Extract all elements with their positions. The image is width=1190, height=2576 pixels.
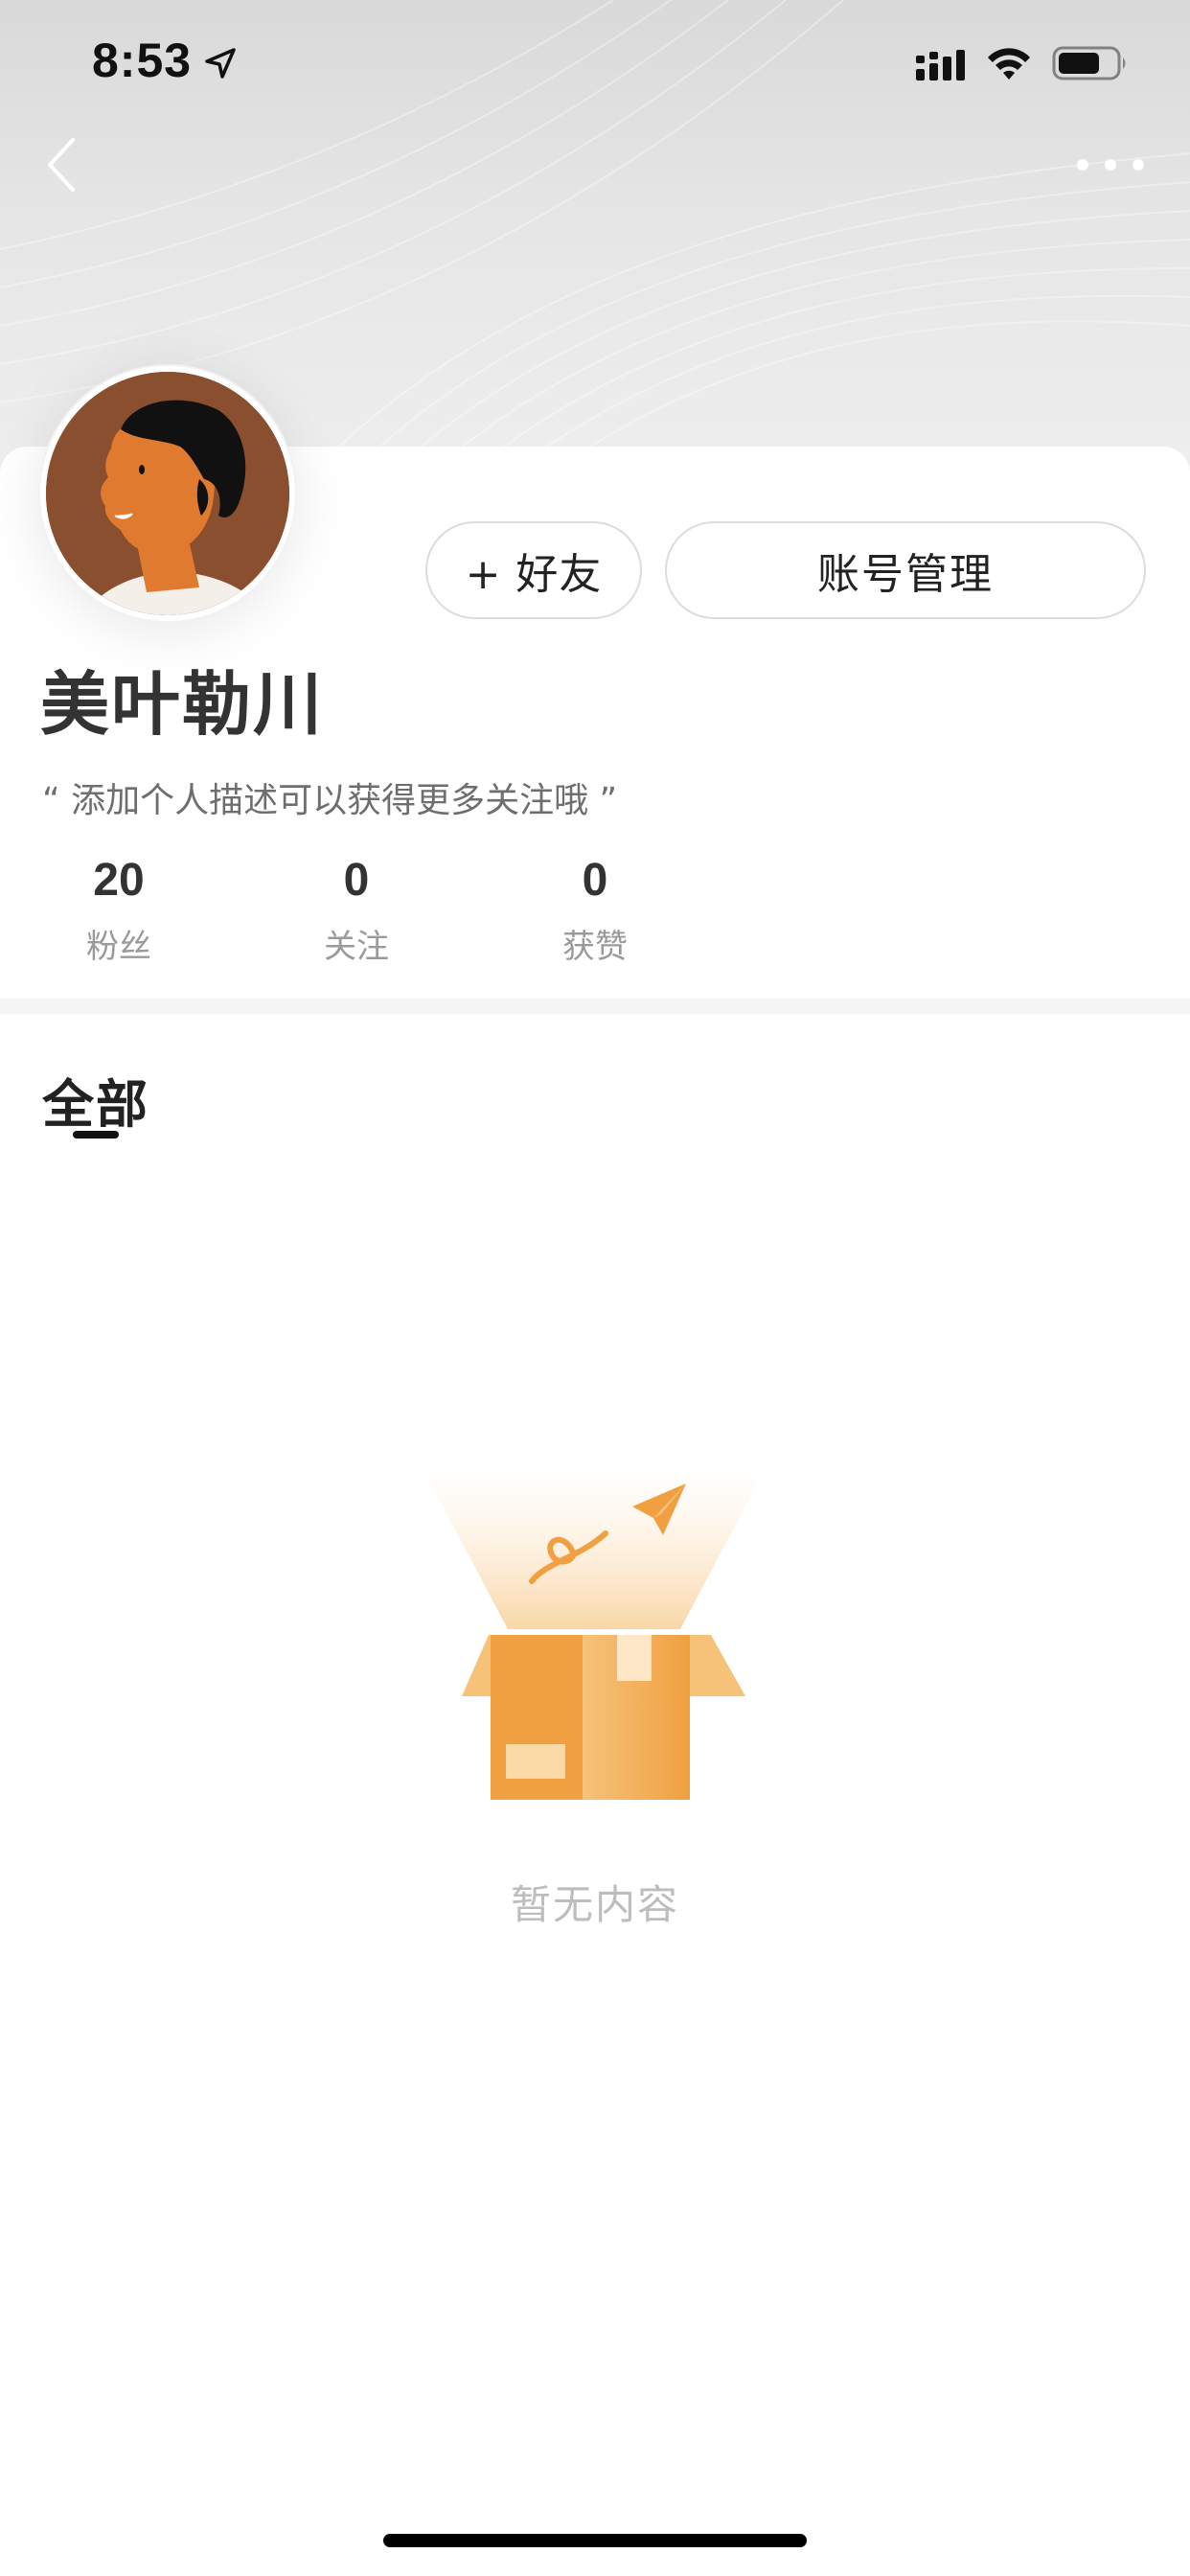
stat-label: 关注 [324, 928, 389, 966]
account-manage-label: 账号管理 [817, 550, 994, 599]
location-arrow-icon [205, 48, 236, 79]
user-name: 美叶勒川 [40, 664, 325, 745]
avatar-image [46, 372, 289, 615]
add-friend-button[interactable]: + 好友 [425, 521, 642, 619]
chevron-left-icon [48, 138, 75, 192]
stat-value: 0 [582, 855, 608, 906]
stat-label: 获赞 [562, 928, 628, 966]
status-time: 8:53 [92, 34, 193, 87]
battery-icon [1052, 46, 1126, 80]
home-indicator [383, 2534, 807, 2547]
stat-likes[interactable]: 0 获赞 [518, 853, 672, 967]
stat-followers[interactable]: 20 粉丝 [42, 853, 195, 967]
account-manage-button[interactable]: 账号管理 [665, 521, 1146, 619]
back-button[interactable] [34, 134, 88, 196]
wifi-icon [988, 48, 1030, 80]
more-dots-icon [1105, 159, 1116, 171]
cellular-signal-icon [916, 50, 965, 80]
section-divider [0, 999, 1190, 1014]
empty-state-text: 暂无内容 [510, 1881, 679, 1928]
tab-all[interactable]: 全部 [42, 1062, 149, 1138]
stat-following[interactable]: 0 关注 [280, 853, 433, 967]
stat-value: 20 [93, 855, 145, 906]
tab-active-indicator [73, 1131, 119, 1138]
stat-label: 粉丝 [86, 928, 151, 966]
more-button[interactable] [1077, 146, 1144, 184]
profile-page: 8:53 + 好友 账号管理 美叶勒川 “ 添加个人描述可以获得更多关注哦 ” … [0, 0, 1190, 2576]
more-dots-icon [1077, 159, 1088, 171]
user-bio[interactable]: “ 添加个人描述可以获得更多关注哦 ” [42, 772, 617, 822]
user-avatar[interactable] [40, 366, 295, 621]
status-bar: 8:53 [0, 0, 1190, 126]
more-dots-icon [1133, 159, 1144, 171]
add-friend-label: + 好友 [465, 550, 603, 599]
stat-value: 0 [343, 855, 370, 906]
empty-box-paper-plane-icon [422, 1466, 767, 1800]
